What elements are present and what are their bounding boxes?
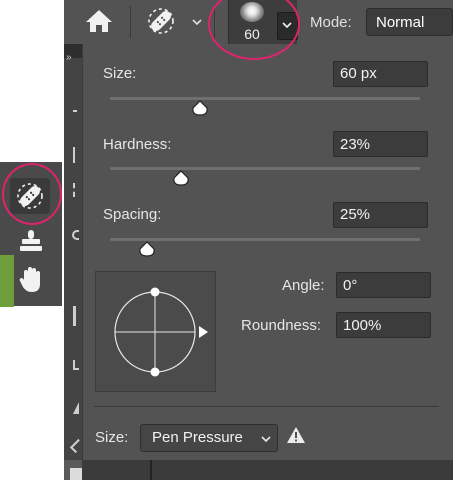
size-slider-thumb[interactable] (191, 100, 209, 116)
chevron-down-icon (261, 436, 271, 443)
roundness-label: Roundness: (241, 317, 322, 334)
size-control-value: Pen Pressure (152, 429, 243, 446)
spacing-slider-track[interactable] (110, 238, 420, 241)
spacing-label: Spacing: (103, 206, 162, 223)
active-tool-highlight-ring (2, 163, 62, 225)
angle-label: Angle: (282, 277, 325, 294)
mode-label: Mode: (310, 14, 352, 31)
tool-glyph-fragment (72, 230, 79, 240)
spacing-value: 25% (340, 206, 371, 223)
hardness-slider-thumb[interactable] (172, 170, 190, 186)
brush-shape-preview[interactable] (95, 271, 216, 392)
home-icon[interactable] (84, 8, 114, 34)
mode-value: Normal (376, 14, 425, 31)
warning-icon[interactable] (286, 426, 306, 444)
canvas-area (82, 460, 453, 480)
size-slider-track[interactable] (110, 97, 420, 100)
pressure-size-label: Size: (95, 429, 129, 446)
expand-panel-icon[interactable]: » (66, 52, 71, 63)
clone-stamp-icon[interactable] (18, 228, 44, 254)
tool-preset-chevron-down-icon[interactable] (192, 18, 202, 26)
roundness-value: 100% (343, 317, 382, 334)
angle-value: 0° (343, 277, 358, 294)
tool-glyph-fragment (73, 147, 75, 163)
hardness-slider-track[interactable] (110, 167, 420, 170)
size-label: Size: (103, 65, 137, 82)
tool-glyph-fragment (73, 306, 76, 326)
options-separator (130, 6, 131, 38)
canvas-edge (150, 460, 152, 480)
spacing-slider-thumb[interactable] (138, 241, 156, 257)
color-swatch-strip (0, 255, 14, 307)
hardness-value: 23% (340, 136, 371, 153)
panel-divider (94, 406, 439, 407)
tool-glyph-fragment (73, 183, 80, 197)
size-value: 60 px (340, 65, 377, 82)
hand-icon[interactable] (18, 266, 44, 294)
tool-glyph-fragment (73, 360, 79, 370)
tool-glyph-fragment (73, 110, 77, 112)
spot-healing-brush-icon[interactable] (146, 6, 176, 36)
hardness-label: Hardness: (103, 136, 172, 153)
